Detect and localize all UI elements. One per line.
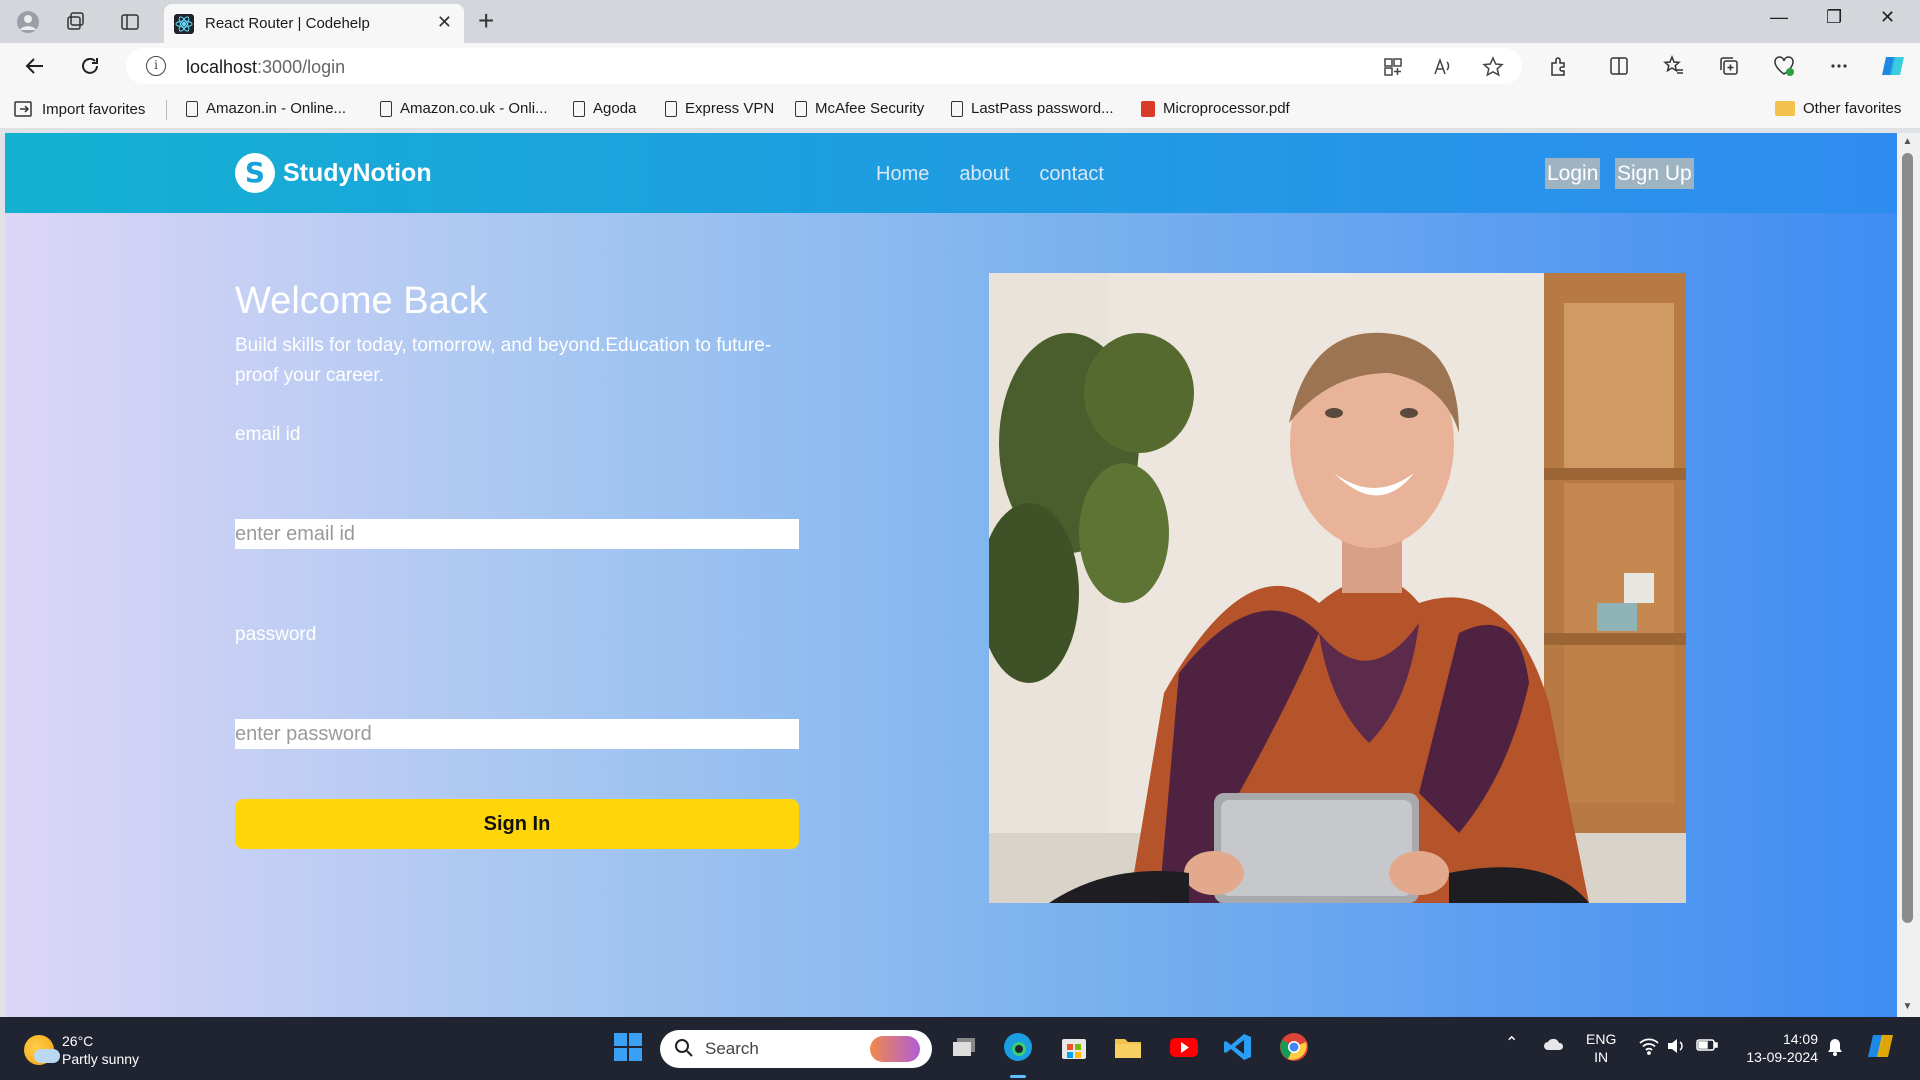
address-bar-row: i localhost:3000/login	[0, 43, 1920, 90]
password-label: password	[235, 624, 317, 645]
clock[interactable]: 14:09 13-09-2024	[1738, 1030, 1818, 1066]
site-info-icon[interactable]: i	[146, 56, 166, 76]
onedrive-icon[interactable]	[1543, 1037, 1565, 1055]
app-header: S StudyNotion Home about contact Login S…	[5, 133, 1897, 213]
favorite-microprocessor-pdf[interactable]: Microprocessor.pdf	[1141, 100, 1290, 117]
sign-in-button[interactable]: Sign In	[235, 799, 799, 849]
logo-text: StudyNotion	[283, 158, 432, 187]
studynotion-logo[interactable]: S StudyNotion	[235, 153, 432, 193]
nav-about-link[interactable]: about	[959, 163, 1009, 186]
scroll-up-icon[interactable]: ▲	[1902, 136, 1913, 147]
document-icon	[951, 100, 963, 117]
wifi-icon[interactable]	[1638, 1037, 1660, 1059]
document-icon	[665, 100, 677, 117]
favorite-star-icon[interactable]	[1482, 56, 1504, 78]
active-tab[interactable]: React Router | Codehelp ✕	[164, 4, 464, 43]
favorite-amazon-uk[interactable]: Amazon.co.uk - Onli...	[380, 100, 548, 117]
store-icon[interactable]	[1058, 1031, 1090, 1063]
collections-icon[interactable]	[1716, 53, 1742, 79]
language-indicator[interactable]: ENG IN	[1586, 1030, 1616, 1066]
import-icon	[14, 101, 32, 117]
copilot-taskbar-icon[interactable]	[1866, 1031, 1896, 1065]
search-icon	[675, 1039, 693, 1057]
weather-icon	[24, 1035, 60, 1065]
main-nav: Home about contact	[876, 163, 1104, 186]
tab-title: React Router | Codehelp	[205, 15, 370, 32]
vscode-icon[interactable]	[1222, 1031, 1254, 1063]
chrome-icon[interactable]	[1278, 1031, 1310, 1063]
tab-actions-icon[interactable]	[116, 8, 144, 36]
back-icon[interactable]	[22, 53, 48, 79]
minimize-icon[interactable]: —	[1770, 7, 1788, 28]
window-close-icon[interactable]: ✕	[1880, 7, 1895, 28]
favorites-bar: Import favorites Amazon.in - Online... A…	[0, 90, 1920, 129]
page-title: Welcome Back	[235, 280, 488, 322]
document-icon	[795, 100, 807, 117]
favorite-agoda[interactable]: Agoda	[573, 100, 636, 117]
address-bar[interactable]: i localhost:3000/login	[126, 48, 1522, 84]
nav-contact-link[interactable]: contact	[1039, 163, 1103, 186]
more-options-icon[interactable]	[1826, 53, 1852, 79]
temperature: 26°C	[62, 1033, 94, 1049]
windows-taskbar: 26°C Partly sunny Search ⌃ ENG IN 14:09 …	[0, 1017, 1920, 1080]
signup-button[interactable]: Sign Up	[1615, 158, 1694, 189]
favorite-express-vpn[interactable]: Express VPN	[665, 100, 774, 117]
extensions-icon[interactable]	[1546, 53, 1572, 79]
url-text: localhost:3000/login	[186, 57, 346, 77]
workspaces-icon[interactable]	[62, 8, 90, 36]
notification-bell-icon[interactable]	[1826, 1037, 1844, 1061]
nav-home-link[interactable]: Home	[876, 163, 929, 186]
password-field[interactable]	[235, 719, 799, 749]
new-tab-button[interactable]: +	[478, 5, 494, 37]
favorites-divider	[166, 100, 167, 120]
document-icon	[380, 100, 392, 117]
show-hidden-icons[interactable]: ⌃	[1505, 1035, 1518, 1053]
favorite-mcafee[interactable]: McAfee Security	[795, 100, 924, 117]
browser-tab-bar: React Router | Codehelp ✕ + — ❐ ✕	[0, 0, 1920, 43]
read-aloud-icon[interactable]	[1432, 56, 1454, 78]
page-viewport: S StudyNotion Home about contact Login S…	[5, 133, 1897, 1017]
refresh-icon[interactable]	[77, 53, 103, 79]
file-explorer-icon[interactable]	[1112, 1031, 1144, 1063]
document-icon	[573, 100, 585, 117]
active-app-indicator	[1010, 1075, 1026, 1078]
start-icon[interactable]	[612, 1031, 644, 1063]
email-field[interactable]	[235, 519, 799, 549]
restore-icon[interactable]: ❐	[1826, 7, 1842, 28]
search-label: Search	[705, 1039, 759, 1058]
favorite-import[interactable]: Import favorites	[14, 100, 145, 118]
tagline: Build skills for today, tomorrow, and be…	[235, 335, 772, 386]
split-screen-icon[interactable]	[1606, 53, 1632, 79]
folder-icon	[1775, 101, 1795, 116]
volume-icon[interactable]	[1666, 1037, 1686, 1059]
favorite-lastpass[interactable]: LastPass password...	[951, 100, 1114, 117]
weather-condition: Partly sunny	[62, 1051, 140, 1067]
search-highlight-icon	[870, 1036, 920, 1062]
favorites-icon[interactable]	[1661, 53, 1687, 79]
scrollbar-thumb[interactable]	[1902, 153, 1913, 923]
taskbar-search[interactable]: Search	[660, 1030, 932, 1068]
battery-icon[interactable]	[1696, 1038, 1718, 1056]
logo-mark: S	[235, 153, 275, 193]
task-view-icon[interactable]	[948, 1031, 980, 1063]
other-favorites[interactable]: Other favorites	[1775, 100, 1901, 117]
pdf-icon	[1141, 100, 1155, 117]
react-favicon-icon	[174, 14, 194, 34]
weather-widget[interactable]: 26°C Partly sunny	[24, 1032, 139, 1068]
app-available-icon[interactable]	[1382, 56, 1404, 78]
profile-icon[interactable]	[14, 8, 42, 36]
hero-image	[989, 273, 1686, 903]
youtube-icon[interactable]	[1168, 1031, 1200, 1063]
document-icon	[186, 100, 198, 117]
copilot-icon[interactable]	[1880, 53, 1906, 79]
login-button[interactable]: Login	[1545, 158, 1601, 189]
email-label: email id	[235, 424, 301, 445]
edge-app-icon[interactable]	[1002, 1031, 1034, 1063]
close-tab-icon[interactable]: ✕	[437, 12, 452, 33]
favorite-amazon-in[interactable]: Amazon.in - Online...	[186, 100, 346, 117]
scroll-down-icon[interactable]: ▼	[1902, 1001, 1913, 1012]
browser-essentials-icon[interactable]	[1771, 53, 1797, 79]
